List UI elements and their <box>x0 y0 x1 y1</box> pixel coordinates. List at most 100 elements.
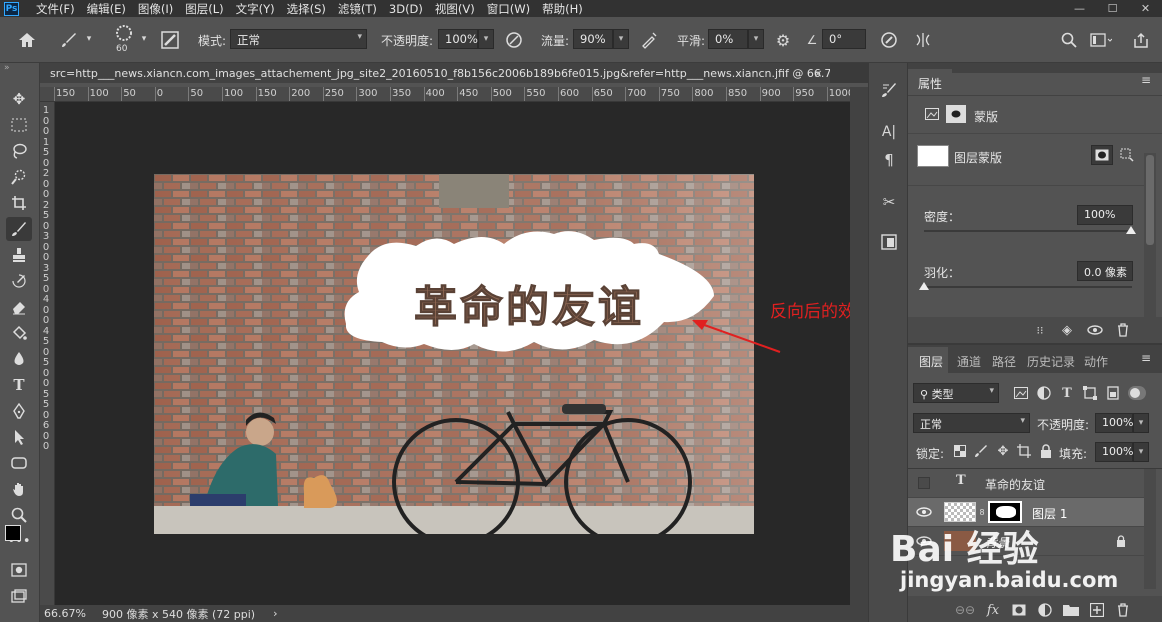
new-layer-icon[interactable] <box>1088 601 1106 619</box>
menu-select[interactable]: 选择(S) <box>287 1 326 17</box>
menu-edit[interactable]: 编辑(E) <box>87 1 126 17</box>
apply-mask-icon[interactable]: ◈ <box>1058 321 1076 339</box>
eye-icon[interactable] <box>1086 321 1104 339</box>
filter-shape-icon[interactable] <box>1082 385 1098 401</box>
minimize-icon[interactable]: — <box>1063 0 1096 17</box>
airbrush-icon[interactable] <box>638 29 660 51</box>
link-layers-icon[interactable]: ⊖⊖ <box>955 601 975 619</box>
eye-icon[interactable] <box>915 504 933 520</box>
menu-layer[interactable]: 图层(L) <box>185 1 223 17</box>
close-document-icon[interactable]: × <box>811 63 825 83</box>
filter-smart-object-icon[interactable] <box>1105 385 1121 401</box>
brush-preset-icon[interactable] <box>112 23 136 43</box>
type-tool-icon[interactable]: T <box>6 373 32 397</box>
symmetry-icon[interactable] <box>912 29 934 51</box>
zoom-level[interactable]: 66.67% <box>44 607 98 620</box>
stamp-tool-icon[interactable] <box>6 243 32 267</box>
maximize-icon[interactable]: ☐ <box>1096 0 1129 17</box>
filter-toggle[interactable] <box>1128 386 1146 400</box>
libraries-icon[interactable] <box>879 231 899 253</box>
paint-bucket-icon[interactable] <box>6 321 32 345</box>
menu-3d[interactable]: 3D(D) <box>389 2 423 16</box>
zoom-tool-icon[interactable] <box>6 503 32 527</box>
share-icon[interactable] <box>1130 29 1152 51</box>
chevron-down-icon[interactable]: ▾ <box>139 33 149 45</box>
fill-input[interactable]: 100% <box>1095 442 1133 462</box>
menu-view[interactable]: 视图(V) <box>435 1 475 17</box>
tab-layers[interactable]: 图层 <box>919 353 943 370</box>
tab-paths[interactable]: 路径 <box>992 353 1016 370</box>
tools-preset-icon[interactable]: ✂ <box>879 191 899 213</box>
tab-actions[interactable]: 动作 <box>1084 353 1108 370</box>
brush-settings-icon[interactable] <box>879 79 899 101</box>
layer-name[interactable]: 革命的友谊 <box>985 476 1045 493</box>
rectangle-tool-icon[interactable] <box>6 451 32 475</box>
history-brush-icon[interactable] <box>6 269 32 293</box>
close-icon[interactable]: ✕ <box>1129 0 1162 17</box>
menu-window[interactable]: 窗口(W) <box>487 1 530 17</box>
layer-opacity-dropdown[interactable]: ▾ <box>1133 413 1149 433</box>
quick-selection-icon[interactable] <box>6 165 32 189</box>
menu-help[interactable]: 帮助(H) <box>542 1 583 17</box>
tab-channels[interactable]: 通道 <box>957 353 981 370</box>
home-icon[interactable] <box>16 29 38 51</box>
panel-menu-icon[interactable]: ≡ <box>1138 73 1154 87</box>
document-image[interactable]: 革命的友谊 <box>154 174 754 534</box>
lock-position-icon[interactable]: ✥ <box>995 443 1011 459</box>
lock-pixels-icon[interactable] <box>974 444 988 458</box>
brush-tool-icon[interactable] <box>58 29 80 51</box>
lasso-tool-icon[interactable] <box>6 139 32 163</box>
filter-type-icon[interactable]: T <box>1059 385 1075 401</box>
path-selection-icon[interactable] <box>6 425 32 449</box>
layer-row-text[interactable]: T 革命的友谊 <box>908 469 1144 498</box>
brush-tool-icon[interactable] <box>6 217 32 241</box>
character-panel-icon[interactable]: A| <box>879 121 899 143</box>
lock-transparent-icon[interactable] <box>953 444 967 458</box>
panel-menu-icon[interactable]: ≡ <box>1138 351 1154 365</box>
foreground-color-swatch[interactable] <box>5 525 21 541</box>
eraser-tool-icon[interactable] <box>6 295 32 319</box>
filter-pixel-icon[interactable] <box>1013 385 1029 401</box>
workspace-icon[interactable] <box>1088 29 1114 51</box>
menu-filter[interactable]: 滤镜(T) <box>338 1 377 17</box>
new-adjustment-layer-icon[interactable] <box>1036 601 1054 619</box>
marquee-tool-icon[interactable] <box>6 113 32 137</box>
flow-input[interactable]: 90% <box>573 29 613 49</box>
smoothing-dropdown[interactable]: ▾ <box>748 29 764 49</box>
vector-mask-icon[interactable] <box>946 105 966 123</box>
move-tool-icon[interactable]: ✥ <box>6 87 32 111</box>
pen-tool-icon[interactable] <box>6 399 32 423</box>
load-selection-icon[interactable]: ⁝⁝ <box>1032 321 1048 339</box>
pressure-opacity-icon[interactable] <box>503 29 525 51</box>
menu-file[interactable]: 文件(F) <box>36 1 75 17</box>
blur-tool-icon[interactable] <box>6 347 32 371</box>
add-vector-mask-icon[interactable] <box>1117 145 1137 165</box>
status-menu-icon[interactable]: › <box>273 607 277 620</box>
blend-mode-select[interactable]: 正常 ▾ <box>913 413 1030 433</box>
document-tab[interactable]: src=http___news.xiancn.com_images_attach… <box>40 63 830 83</box>
layer-filter-select[interactable]: ⚲ 类型 ▾ <box>913 383 999 403</box>
brush-panel-icon[interactable] <box>160 30 180 50</box>
gear-icon[interactable]: ⚙ <box>772 29 794 51</box>
visibility-toggle[interactable] <box>918 477 930 489</box>
screen-mode-icon[interactable] <box>6 585 32 607</box>
menu-type[interactable]: 文字(Y) <box>236 1 275 17</box>
layers-scrollbar[interactable] <box>1144 469 1156 589</box>
density-input[interactable]: 100% <box>1077 205 1133 225</box>
crop-tool-icon[interactable] <box>6 191 32 215</box>
tab-history[interactable]: 历史记录 <box>1027 353 1075 370</box>
new-group-icon[interactable] <box>1062 601 1080 619</box>
lock-artboard-icon[interactable] <box>1017 444 1031 458</box>
quick-mask-icon[interactable] <box>6 559 32 581</box>
density-slider[interactable] <box>924 230 1132 232</box>
opacity-dropdown[interactable]: ▾ <box>478 29 494 49</box>
feather-slider[interactable] <box>924 286 1132 288</box>
select-pixel-mask-icon[interactable] <box>1091 145 1113 165</box>
smoothing-input[interactable]: 0% <box>708 29 748 49</box>
flow-dropdown[interactable]: ▾ <box>613 29 629 49</box>
angle-input[interactable]: 0° <box>822 29 866 49</box>
fx-icon[interactable]: fx <box>984 601 1002 619</box>
paragraph-panel-icon[interactable]: ¶ <box>879 149 899 171</box>
filter-adjustment-icon[interactable] <box>1036 385 1052 401</box>
opacity-input[interactable]: 100% <box>438 29 478 49</box>
